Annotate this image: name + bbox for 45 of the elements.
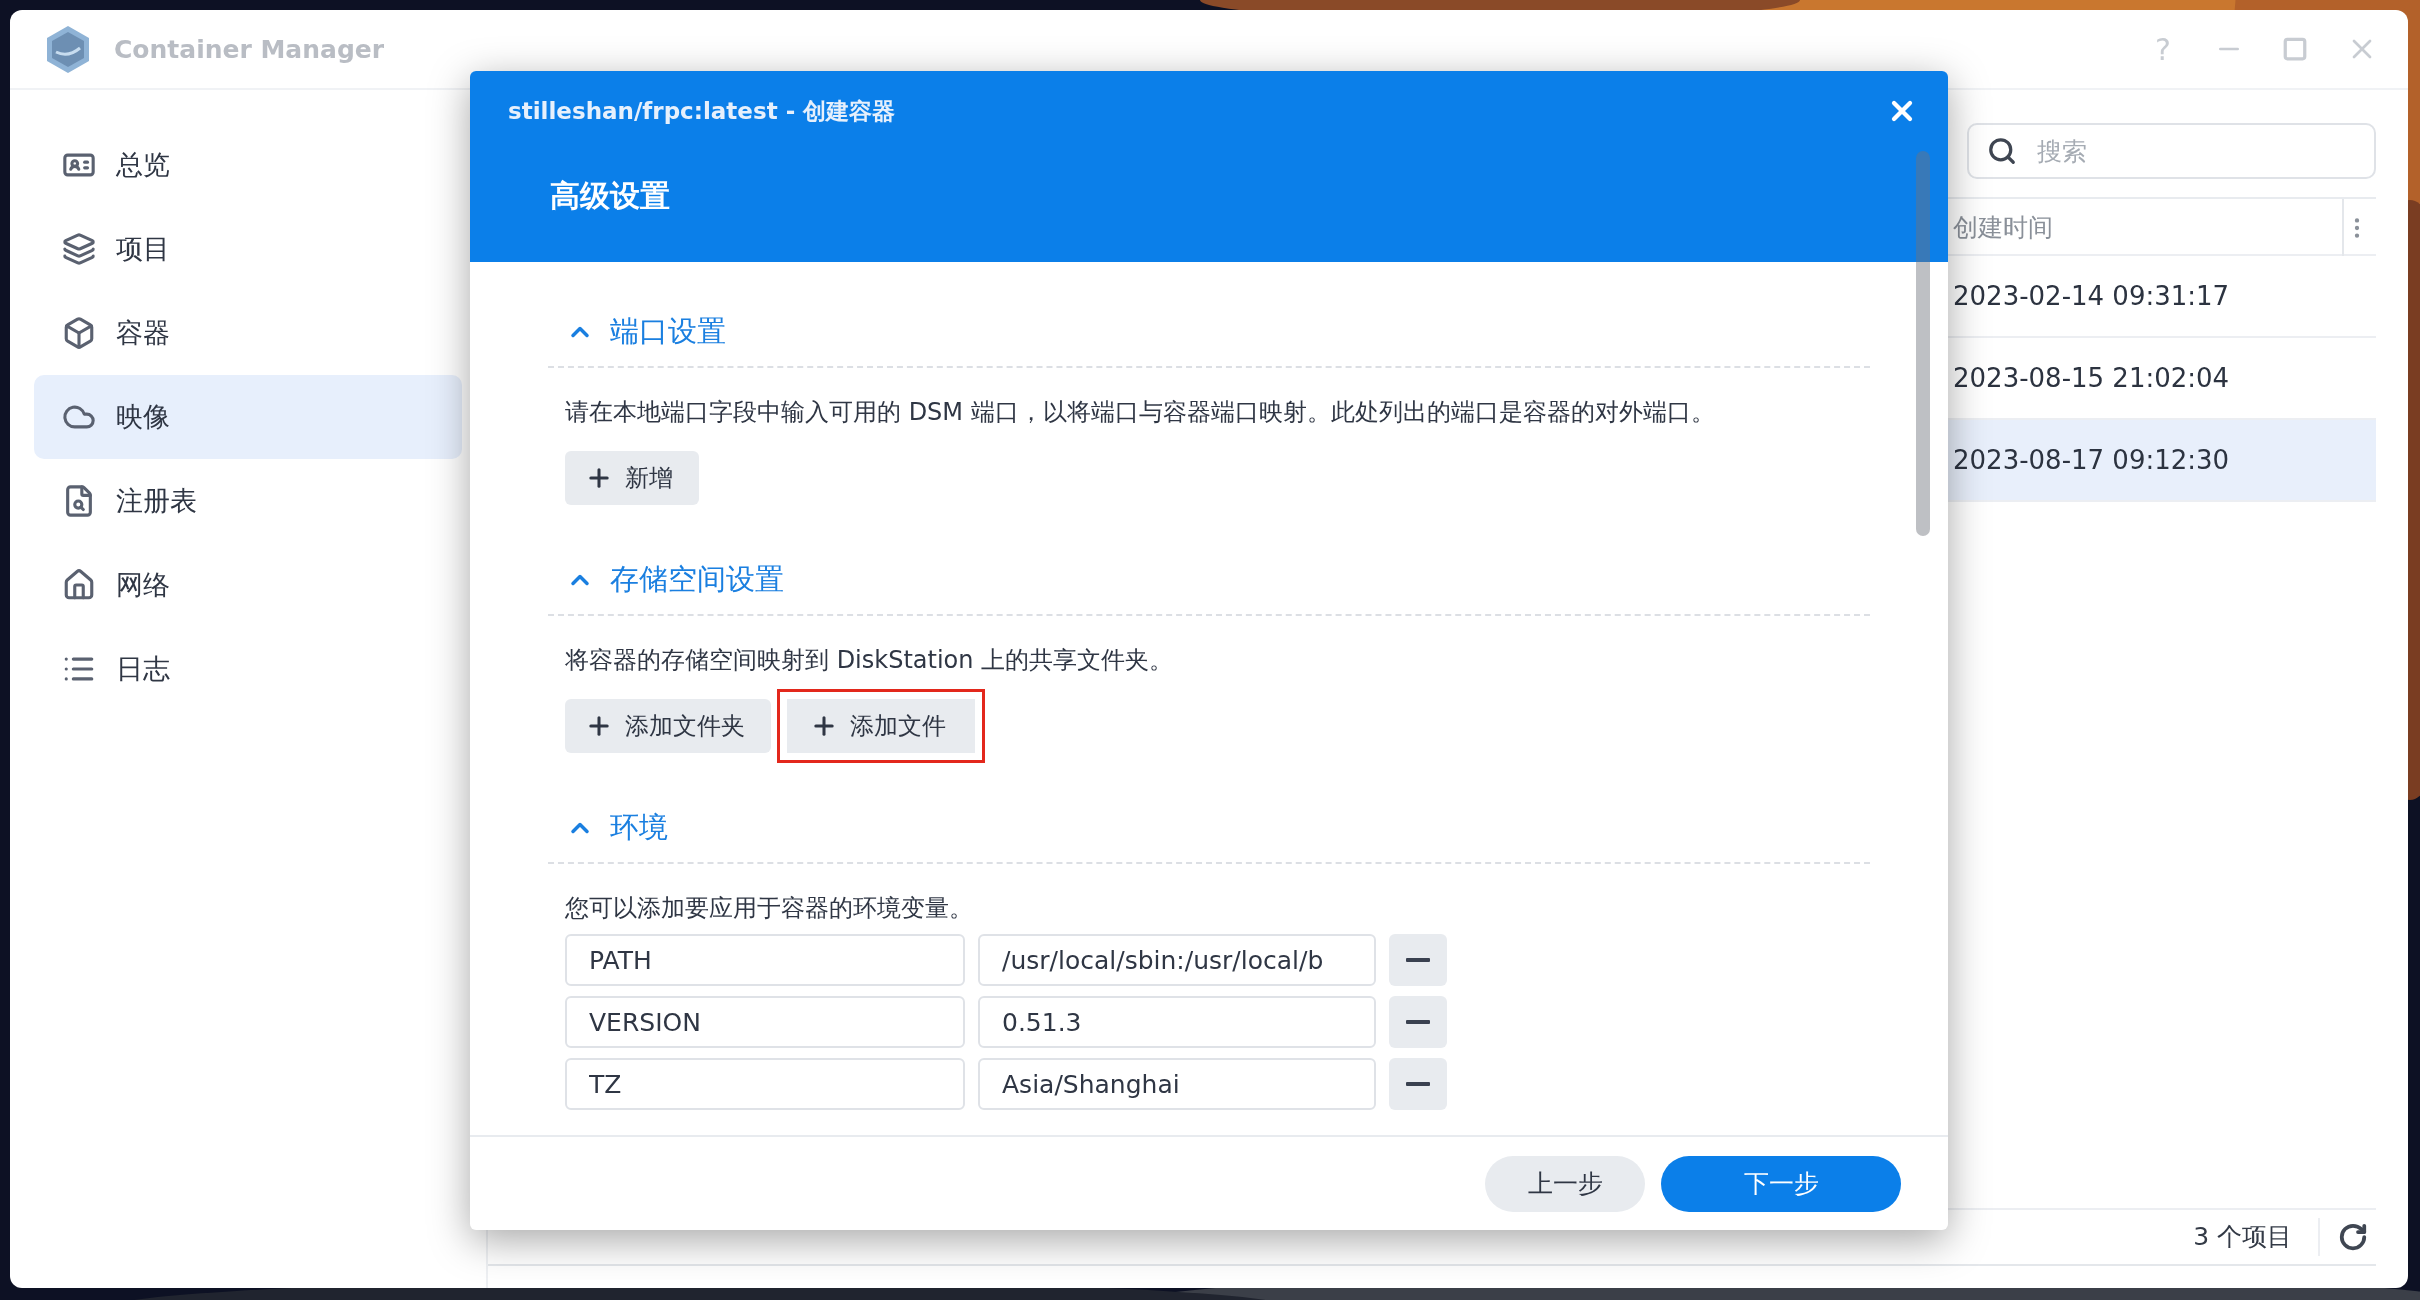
search-field[interactable]: 搜索	[1967, 123, 2376, 179]
sidebar-item[interactable]: 项目	[34, 207, 462, 291]
app-logo-icon	[44, 24, 92, 74]
remove-button[interactable]	[1389, 996, 1447, 1048]
sidebar-item[interactable]: 日志	[34, 627, 462, 711]
variable-value-field[interactable]: 0.51.3	[978, 996, 1376, 1048]
section-description: 您可以添加要应用于容器的环境变量。	[565, 893, 974, 924]
section-description: 将容器的存储空间映射到 DiskStation 上的共享文件夹。	[565, 645, 1175, 676]
refresh-icon	[2338, 1222, 2368, 1252]
table-cell-text: 2023-08-15 21:02:04	[1953, 363, 2231, 393]
minus-icon	[1406, 1082, 1430, 1086]
cube-icon	[62, 316, 96, 350]
search-icon	[1987, 136, 2017, 166]
sidebar-item[interactable]: 总览	[34, 123, 462, 207]
remove-button[interactable]	[1389, 1058, 1447, 1110]
add-button[interactable]: 添加文件夹	[565, 699, 771, 753]
minus-icon	[1406, 958, 1430, 962]
house-icon	[62, 568, 96, 602]
section-header[interactable]: 端口设置	[548, 304, 1870, 368]
sidebar-item[interactable]: 容器	[34, 291, 462, 375]
table-cell-text: 2023-02-14 09:31:17	[1953, 281, 2231, 311]
next-button[interactable]: 下一步	[1661, 1155, 1901, 1212]
add-button[interactable]: 添加文件	[777, 689, 985, 763]
variable-name-field[interactable]: TZ	[565, 1058, 965, 1110]
add-button[interactable]: 新增	[565, 451, 699, 505]
table-cell-text: 2023-08-17 09:12:30	[1953, 445, 2231, 475]
section-description: 请在本地端口字段中输入可用的 DSM 端口，以将端口与容器端口映射。此处列出的端口是容器的对外端口。	[565, 397, 1716, 428]
dialog-title: stilleshan/frpc:latest - 创建容器	[508, 96, 896, 126]
sidebar-item[interactable]: 网络	[34, 543, 462, 627]
layers-icon	[62, 232, 96, 266]
section-header[interactable]: 存储空间设置	[548, 552, 1870, 616]
section-header[interactable]: 环境	[548, 800, 1870, 864]
window-title: Container Manager	[114, 34, 386, 64]
variable-name-field[interactable]: VERSION	[565, 996, 965, 1048]
scrollbar-thumb[interactable]	[1916, 151, 1930, 536]
sidebar-item[interactable]: 注册表	[34, 459, 462, 543]
item-count: 3 个项目	[2193, 1218, 2320, 1256]
variable-value-field[interactable]: /usr/local/sbin:/usr/local/b	[978, 934, 1376, 986]
remove-button[interactable]	[1389, 934, 1447, 986]
variable-value-field[interactable]: Asia/Shanghai	[978, 1058, 1376, 1110]
dialog-heading: 高级设置	[550, 177, 670, 215]
back-button[interactable]: 上一步	[1485, 1155, 1645, 1212]
variable-name-field[interactable]: PATH	[565, 934, 965, 986]
minus-icon	[1406, 1020, 1430, 1024]
sidebar-item[interactable]: 映像	[34, 375, 462, 459]
